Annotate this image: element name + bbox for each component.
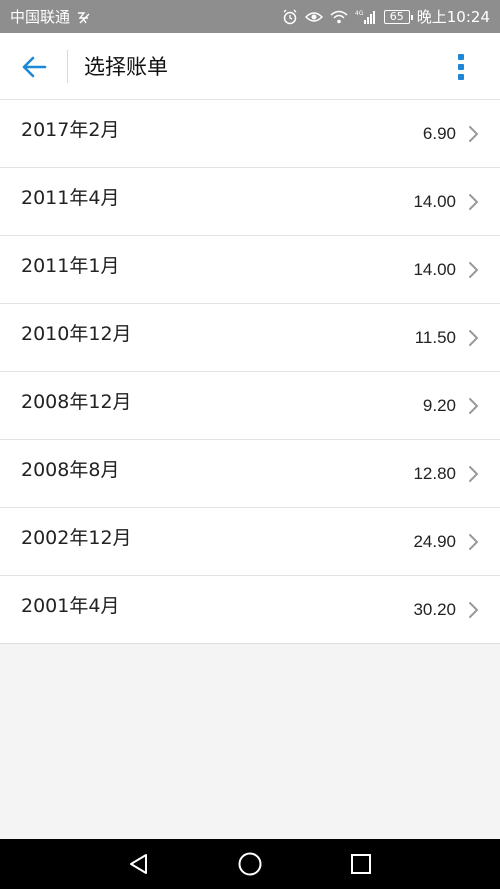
nav-back-button[interactable] xyxy=(124,850,154,878)
notification-icon xyxy=(76,10,92,24)
bill-list-item[interactable]: 2011年4月 14.00 xyxy=(0,168,500,236)
bill-list-item[interactable]: 2011年1月 14.00 xyxy=(0,236,500,304)
nav-home-button[interactable] xyxy=(235,850,265,878)
bill-period: 2008年8月 xyxy=(21,459,120,481)
bill-period: 2011年4月 xyxy=(21,187,120,209)
bill-period: 2017年2月 xyxy=(21,119,120,141)
alarm-icon xyxy=(282,9,298,25)
more-options-button[interactable] xyxy=(446,47,476,87)
circle-home-icon xyxy=(238,852,262,876)
page-title: 选择账单 xyxy=(84,55,168,79)
chevron-right-icon xyxy=(469,602,479,618)
bill-amount: 9.20 xyxy=(422,396,456,415)
bill-amount: 14.00 xyxy=(413,192,456,211)
bill-amount: 24.90 xyxy=(413,532,456,551)
bill-list-item[interactable]: 2010年12月 11.50 xyxy=(0,304,500,372)
more-vertical-icon-dot xyxy=(458,54,464,60)
bill-list-item[interactable]: 2008年8月 12.80 xyxy=(0,440,500,508)
network-type-label: 4G xyxy=(355,10,364,17)
bill-amount: 6.90 xyxy=(422,124,456,143)
square-recents-icon xyxy=(351,854,371,874)
more-vertical-icon-dot xyxy=(458,74,464,80)
bill-period: 2001年4月 xyxy=(21,595,120,617)
bill-amount: 14.00 xyxy=(413,260,456,279)
bill-amount: 12.80 xyxy=(413,464,456,483)
chevron-right-icon xyxy=(469,330,479,346)
status-bar-left: 中国联通 xyxy=(10,6,92,27)
carrier-name: 中国联通 xyxy=(10,8,71,26)
status-bar-right: 4G 65 晚上10:24 xyxy=(282,6,490,27)
bill-list-item[interactable]: 2008年12月 9.20 xyxy=(0,372,500,440)
bill-amount: 30.20 xyxy=(413,600,456,619)
bill-period: 2008年12月 xyxy=(21,391,132,413)
chevron-right-icon xyxy=(469,534,479,550)
more-vertical-icon-dot xyxy=(458,64,464,70)
bill-period: 2002年12月 xyxy=(21,527,132,549)
status-bar: 中国联通 4G 65 晚上10:24 xyxy=(0,0,500,33)
signal-icon: 4G xyxy=(355,9,377,25)
battery-icon: 65 xyxy=(383,9,413,24)
bill-list: 2017年2月 6.90 2011年4月 14.00 2011年1月 14.00… xyxy=(0,100,500,644)
triangle-back-icon xyxy=(130,854,147,874)
chevron-right-icon xyxy=(469,262,479,278)
back-button[interactable] xyxy=(14,49,54,85)
battery-level: 65 xyxy=(389,10,404,23)
bill-amount: 11.50 xyxy=(414,328,456,347)
chevron-right-icon xyxy=(469,466,479,482)
nav-recents-button[interactable] xyxy=(346,850,376,878)
app-bar-divider xyxy=(67,50,68,83)
eye-comfort-icon xyxy=(304,10,323,24)
bill-period: 2010年12月 xyxy=(21,323,132,345)
bill-list-item[interactable]: 2002年12月 24.90 xyxy=(0,508,500,576)
app-bar: 选择账单 xyxy=(0,33,500,100)
bill-list-item[interactable]: 2001年4月 30.20 xyxy=(0,576,500,644)
chevron-right-icon xyxy=(469,194,479,210)
chevron-right-icon xyxy=(469,398,479,414)
system-nav-bar xyxy=(0,839,500,889)
bill-list-item[interactable]: 2017年2月 6.90 xyxy=(0,100,500,168)
bill-period: 2011年1月 xyxy=(21,255,120,277)
arrow-left-icon xyxy=(22,56,47,78)
wifi-icon xyxy=(330,10,348,24)
chevron-right-icon xyxy=(469,126,479,142)
clock: 晚上10:24 xyxy=(416,8,490,26)
